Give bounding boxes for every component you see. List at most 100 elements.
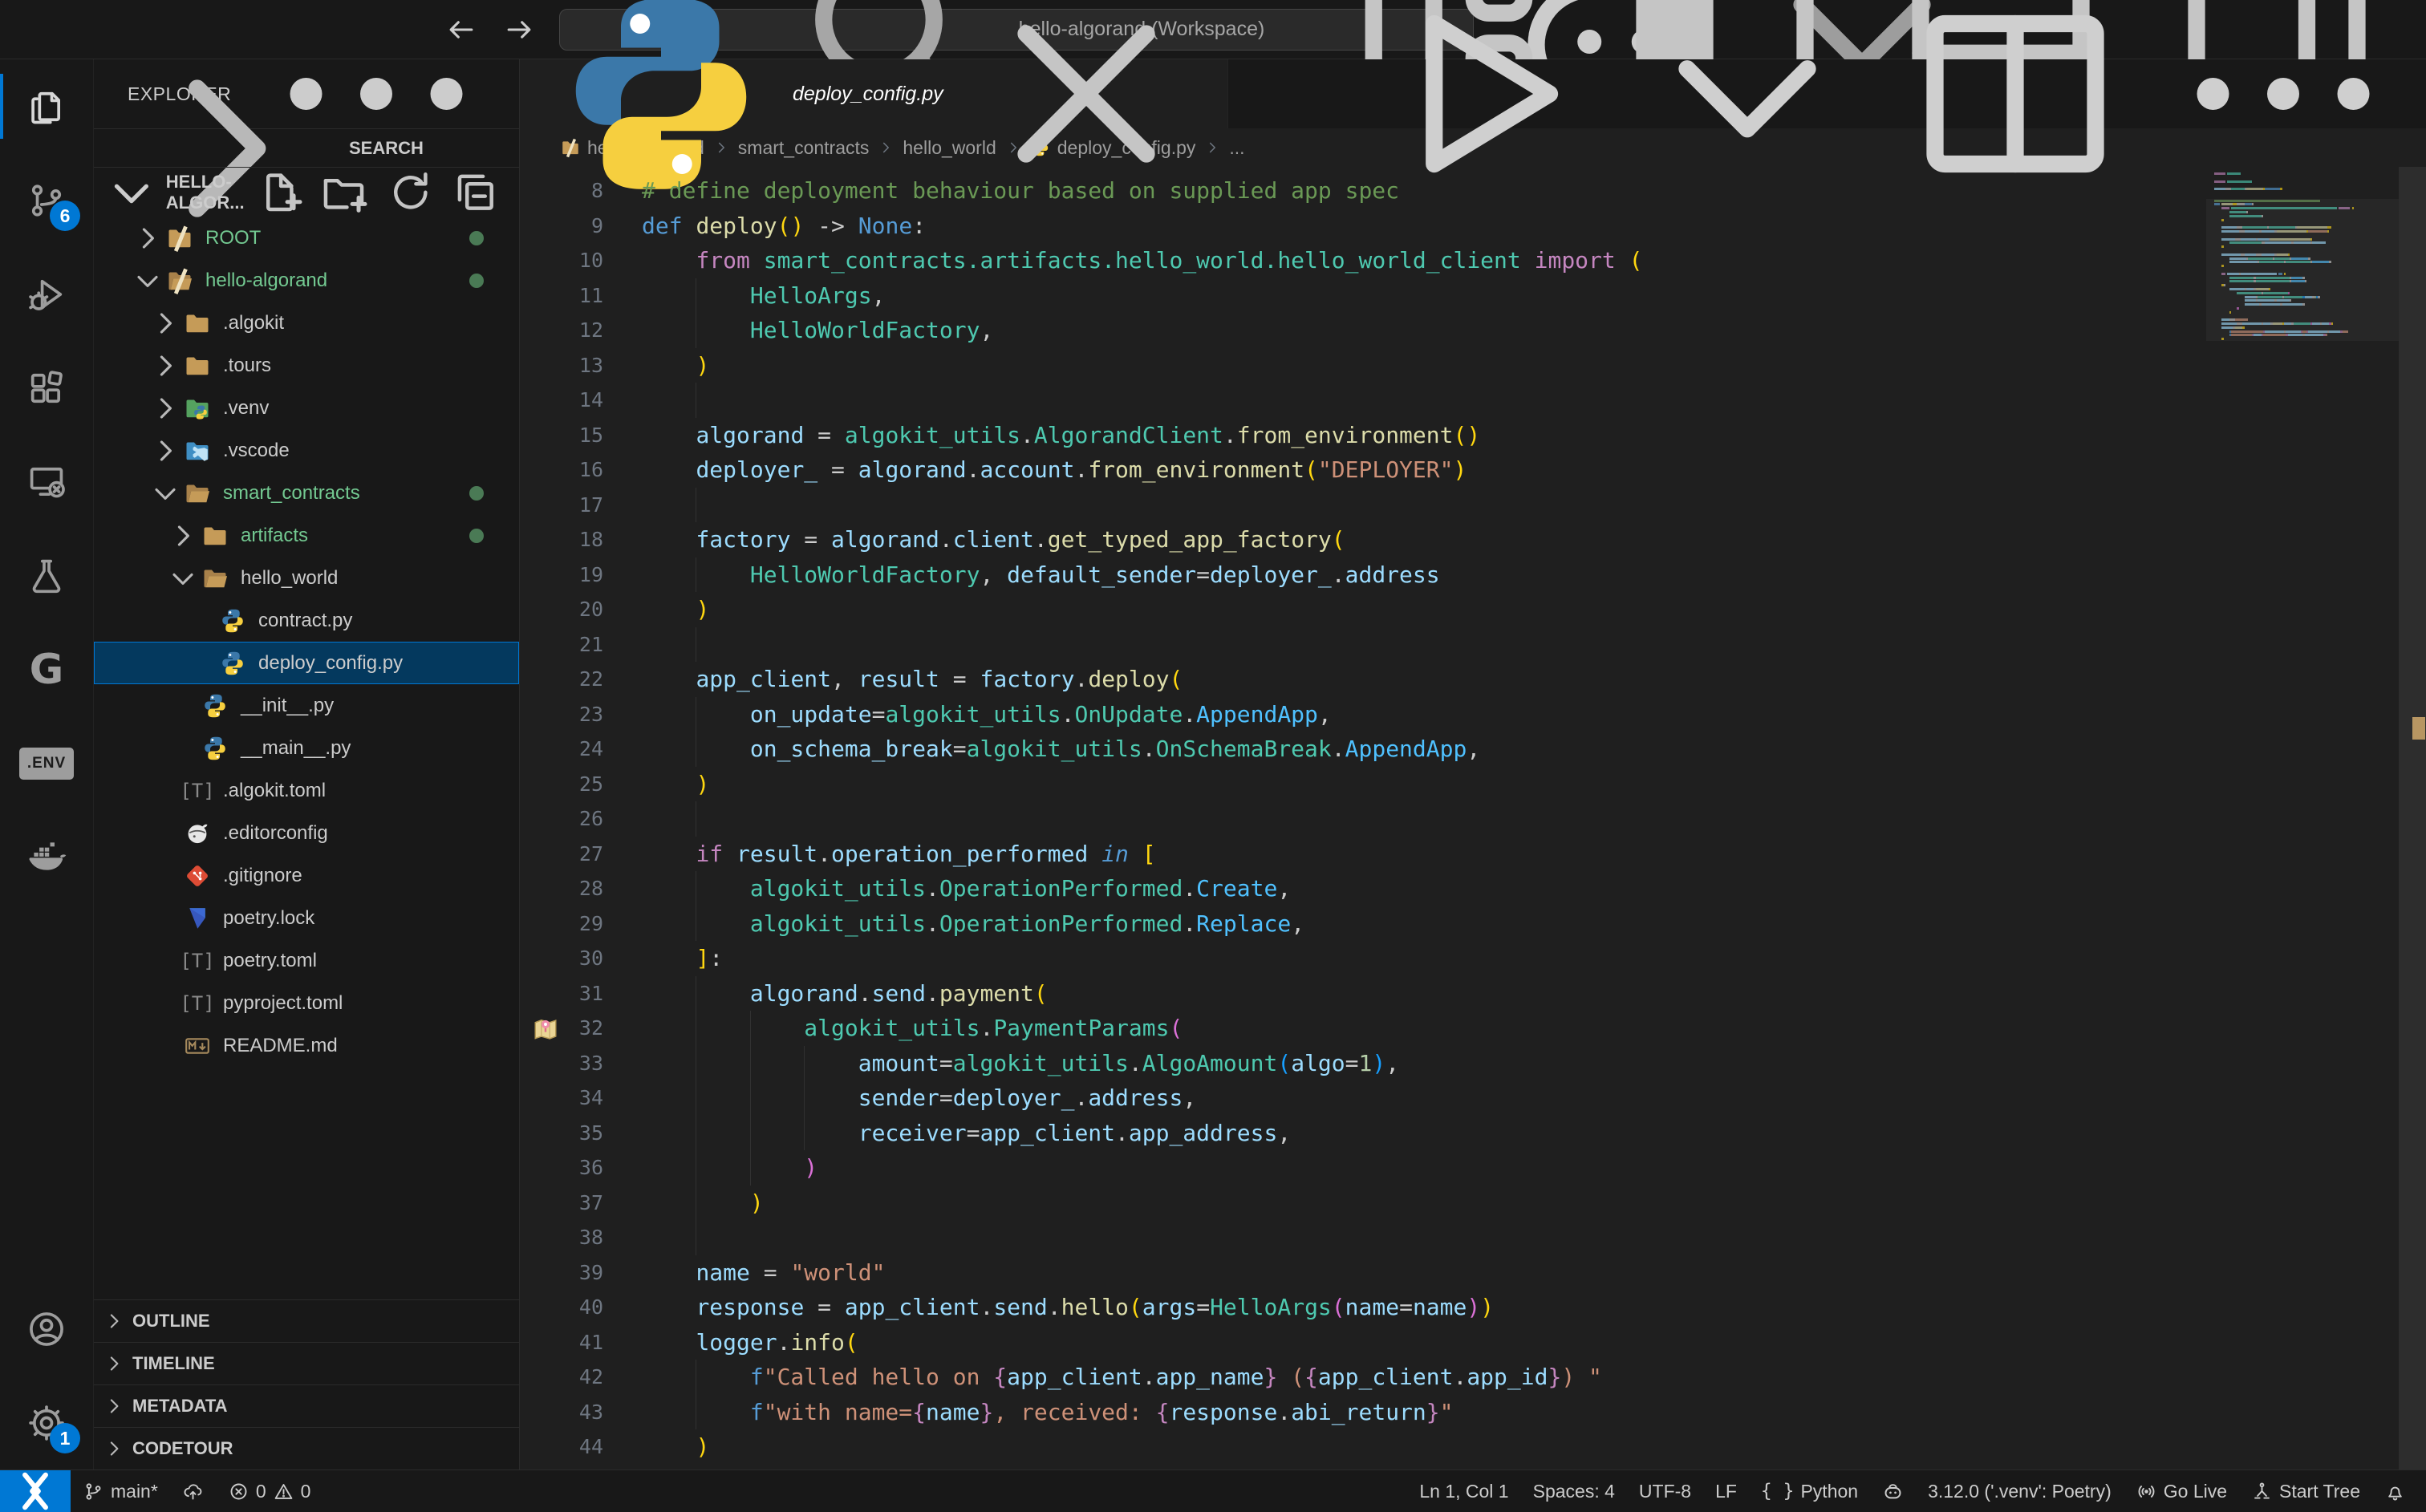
status-language[interactable]: { }Python	[1749, 1470, 1870, 1512]
code-line-37[interactable]: 37 )	[520, 1186, 2399, 1221]
tree-item--vscode[interactable]: .vscode	[94, 429, 519, 472]
status-problems[interactable]: 00	[216, 1470, 323, 1512]
code-line-41[interactable]: 41 logger.info(	[520, 1325, 2399, 1360]
tree-item-poetry-toml[interactable]: [T]poetry.toml	[94, 939, 519, 982]
tree-item-pyproject-toml[interactable]: [T]pyproject.toml	[94, 982, 519, 1024]
activity-item-source-control[interactable]: 6	[0, 153, 93, 247]
code-line-27[interactable]: 27 if result.operation_performed in [	[520, 837, 2399, 872]
activity-item-extensions[interactable]	[0, 341, 93, 435]
status-publish[interactable]	[170, 1470, 216, 1512]
code-line-9[interactable]: 9def deploy() -> None:	[520, 209, 2399, 244]
section-codetour[interactable]: CODETOUR	[94, 1427, 519, 1469]
status-start-tree[interactable]: Start Tree	[2239, 1470, 2372, 1512]
map-icon[interactable]	[531, 1015, 560, 1044]
status-go-live[interactable]: Go Live	[2124, 1470, 2239, 1512]
line-content: on_update=algokit_utils.OnUpdate.AppendA…	[642, 697, 1332, 732]
breadcrumb-item--[interactable]: ...	[1229, 137, 1244, 159]
status-branch[interactable]: main*	[71, 1470, 170, 1512]
refresh-explorer-button[interactable]	[385, 167, 436, 218]
activity-item-settings[interactable]: 1	[0, 1376, 93, 1469]
activity-item-explorer[interactable]	[0, 59, 93, 153]
tree-item-poetry-lock[interactable]: poetry.lock	[94, 897, 519, 939]
code-line-24[interactable]: 24 on_schema_break=algokit_utils.OnSchem…	[520, 732, 2399, 767]
section-timeline[interactable]: TIMELINE	[94, 1342, 519, 1384]
code-line-23[interactable]: 23 on_update=algokit_utils.OnUpdate.Appe…	[520, 697, 2399, 732]
status-eol[interactable]: LF	[1703, 1470, 1749, 1512]
code-line-11[interactable]: 11 HelloArgs,	[520, 278, 2399, 314]
minimap-slider[interactable]	[2206, 199, 2399, 342]
status-cursor-position[interactable]: Ln 1, Col 1	[1407, 1470, 1520, 1512]
section-metadata[interactable]: METADATA	[94, 1384, 519, 1427]
code-line-29[interactable]: 29 algokit_utils.OperationPerformed.Repl…	[520, 906, 2399, 942]
code-line-16[interactable]: 16 deployer_ = algorand.account.from_env…	[520, 452, 2399, 488]
code-line-19[interactable]: 19 HelloWorldFactory, default_sender=dep…	[520, 557, 2399, 593]
activity-item-docker[interactable]	[0, 810, 93, 904]
tree-item--main-py[interactable]: __main__.py	[94, 727, 519, 769]
tree-item-readme-md[interactable]: README.md	[94, 1024, 519, 1067]
code-line-13[interactable]: 13 )	[520, 348, 2399, 383]
code-line-28[interactable]: 28 algokit_utils.OperationPerformed.Crea…	[520, 871, 2399, 906]
code-line-33[interactable]: 33 amount=algokit_utils.AlgoAmount(algo=…	[520, 1046, 2399, 1081]
code-line-20[interactable]: 20 )	[520, 592, 2399, 627]
code-line-17[interactable]: 17	[520, 488, 2399, 523]
code-line-8[interactable]: 8# define deployment behaviour based on …	[520, 173, 2399, 209]
tree-item-root[interactable]: ROOT	[94, 217, 519, 259]
scrollbar[interactable]	[2399, 167, 2426, 1469]
collapse-folders-button[interactable]	[450, 167, 501, 218]
new-folder-button[interactable]	[319, 167, 371, 218]
code-line-22[interactable]: 22 app_client, result = factory.deploy(	[520, 662, 2399, 697]
tree-item--gitignore[interactable]: .gitignore	[94, 854, 519, 897]
code-line-15[interactable]: 15 algorand = algokit_utils.AlgorandClie…	[520, 418, 2399, 453]
tree-item--tours[interactable]: .tours	[94, 344, 519, 387]
activity-item-accounts[interactable]	[0, 1282, 93, 1376]
code-line-32[interactable]: 32 algokit_utils.PaymentParams(	[520, 1011, 2399, 1046]
tree-item-hello-algorand[interactable]: hello-algorand	[94, 259, 519, 302]
code-line-36[interactable]: 36 )	[520, 1150, 2399, 1186]
code-line-25[interactable]: 25 )	[520, 767, 2399, 802]
tree-item--init-py[interactable]: __init__.py	[94, 684, 519, 727]
code-line-10[interactable]: 10 from smart_contracts.artifacts.hello_…	[520, 243, 2399, 278]
code-line-42[interactable]: 42 f"Called hello on {app_client.app_nam…	[520, 1360, 2399, 1395]
tree-item-deploy-config-py[interactable]: deploy_config.py	[94, 642, 519, 684]
status-copilot-status[interactable]	[1870, 1470, 1916, 1512]
code-line-34[interactable]: 34 sender=deployer_.address,	[520, 1080, 2399, 1116]
code-line-43[interactable]: 43 f"with name={name}, received: {respon…	[520, 1395, 2399, 1430]
tree-item-artifacts[interactable]: artifacts	[94, 514, 519, 557]
code-line-30[interactable]: 30 ]:	[520, 941, 2399, 976]
code-line-40[interactable]: 40 response = app_client.send.hello(args…	[520, 1290, 2399, 1325]
section-outline[interactable]: OUTLINE	[94, 1299, 519, 1342]
new-file-button[interactable]	[254, 167, 306, 218]
status-python-interpreter[interactable]: 3.12.0 ('.venv': Poetry)	[1916, 1470, 2124, 1512]
activity-item-remote-explorer[interactable]	[0, 435, 93, 529]
code-line-14[interactable]: 14	[520, 383, 2399, 418]
minimap[interactable]	[2206, 172, 2399, 341]
remote-indicator[interactable]	[0, 1470, 71, 1512]
code-line-21[interactable]: 21	[520, 627, 2399, 663]
tree-item--algokit[interactable]: .algokit	[94, 302, 519, 344]
workspace-header[interactable]: HELLO-ALGOR...	[94, 167, 519, 217]
tree-item--venv[interactable]: .venv	[94, 387, 519, 429]
code-line-35[interactable]: 35 receiver=app_client.app_address,	[520, 1116, 2399, 1151]
tree-item-contract-py[interactable]: contract.py	[94, 599, 519, 642]
code-line-12[interactable]: 12 HelloWorldFactory,	[520, 313, 2399, 348]
back-button[interactable]	[444, 12, 479, 47]
tree-item-smart-contracts[interactable]: smart_contracts	[94, 472, 519, 514]
status-notifications[interactable]	[2372, 1470, 2418, 1512]
code-line-26[interactable]: 26	[520, 801, 2399, 837]
tree-item-hello-world[interactable]: hello_world	[94, 557, 519, 599]
activity-item-testing[interactable]	[0, 529, 93, 622]
code-line-18[interactable]: 18 factory = algorand.client.get_typed_a…	[520, 522, 2399, 557]
activity-item-dotenv[interactable]: .ENV	[0, 716, 93, 810]
code-line-31[interactable]: 31 algorand.send.payment(	[520, 976, 2399, 1011]
activity-item-gitlens[interactable]: G	[0, 622, 93, 716]
tree-item--algokit-toml[interactable]: [T].algokit.toml	[94, 769, 519, 812]
tab-deploy-config[interactable]: deploy_config.py	[520, 59, 1228, 128]
code-line-38[interactable]: 38	[520, 1220, 2399, 1255]
code-line-44[interactable]: 44 )	[520, 1429, 2399, 1465]
status-indentation[interactable]: Spaces: 4	[1521, 1470, 1627, 1512]
code-line-39[interactable]: 39 name = "world"	[520, 1255, 2399, 1291]
status-encoding[interactable]: UTF-8	[1627, 1470, 1703, 1512]
forward-button[interactable]	[501, 12, 537, 47]
tree-item--editorconfig[interactable]: .editorconfig	[94, 812, 519, 854]
activity-item-run-debug[interactable]	[0, 247, 93, 341]
